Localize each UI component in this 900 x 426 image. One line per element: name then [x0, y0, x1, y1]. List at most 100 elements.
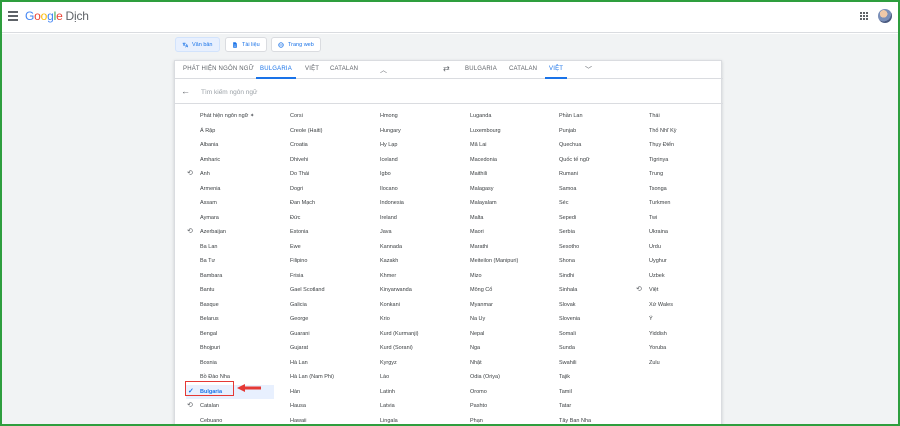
language-item[interactable]: Tamil [559, 385, 591, 400]
language-item[interactable]: Rumani [559, 167, 591, 182]
language-item[interactable]: Lào [380, 370, 419, 385]
language-item[interactable]: ⟲ Việt [636, 283, 677, 298]
language-item[interactable]: Malayalam [470, 196, 518, 211]
language-item[interactable]: Maori [470, 225, 518, 240]
language-item[interactable]: Ba Tư [200, 254, 274, 269]
language-item[interactable]: Yiddish [649, 327, 677, 342]
language-item[interactable]: Serbia [559, 225, 591, 240]
language-item[interactable]: Mizo [470, 269, 518, 284]
mode-website-button[interactable]: Trang web [271, 37, 321, 52]
language-item[interactable]: Latinh [380, 385, 419, 400]
language-item[interactable]: Kannada [380, 240, 419, 255]
language-item[interactable]: Malagasy [470, 182, 518, 197]
menu-icon[interactable] [8, 11, 18, 21]
chevron-up-icon[interactable]: ︿ [380, 65, 387, 75]
google-translate-logo[interactable]: Google Dịch [25, 9, 89, 23]
language-item[interactable]: ⟲ Anh [187, 167, 274, 182]
language-item[interactable]: Tajik [559, 370, 591, 385]
language-item[interactable]: Do Thái [290, 167, 334, 182]
language-item[interactable]: Ireland [380, 211, 419, 226]
language-item[interactable]: Séc [559, 196, 591, 211]
target-tab-bulgaria[interactable]: BULGARIA [465, 66, 497, 72]
language-item[interactable]: Sunda [559, 341, 591, 356]
language-item[interactable]: Creole (Haiti) [290, 124, 334, 139]
language-item[interactable]: Phạn [470, 414, 518, 426]
language-item[interactable]: Quechua [559, 138, 591, 153]
language-item[interactable]: Belarus [200, 312, 274, 327]
language-item[interactable]: Bồ Đào Nha [200, 370, 274, 385]
language-item[interactable]: Hàn [290, 385, 334, 400]
language-item[interactable]: Xứ Wales [649, 298, 677, 313]
language-item[interactable]: Java [380, 225, 419, 240]
language-item[interactable]: Nepal [470, 327, 518, 342]
language-item[interactable]: Yoruba [649, 341, 677, 356]
language-item[interactable]: Amharic [200, 153, 274, 168]
language-item[interactable]: Kazakh [380, 254, 419, 269]
language-item[interactable]: Hà Lan [290, 356, 334, 371]
language-item[interactable]: Krio [380, 312, 419, 327]
language-item[interactable]: Estonia [290, 225, 334, 240]
language-item[interactable]: Filipino [290, 254, 334, 269]
language-item[interactable]: Đan Mạch [290, 196, 334, 211]
language-item[interactable]: Hy Lạp [380, 138, 419, 153]
language-item[interactable]: Tây Ban Nha [559, 414, 591, 426]
mode-text-button[interactable]: Văn bản [175, 37, 220, 52]
language-item[interactable]: Quốc tế ngữ [559, 153, 591, 168]
language-item[interactable]: Thổ Nhĩ Kỳ [649, 124, 677, 139]
language-item[interactable]: Indonesia [380, 196, 419, 211]
language-item[interactable]: Bengal [200, 327, 274, 342]
language-item[interactable]: Odia (Oriya) [470, 370, 518, 385]
language-item[interactable]: Maithili [470, 167, 518, 182]
source-tab-bulgaria[interactable]: BULGARIA [256, 66, 296, 79]
language-item[interactable]: Latvia [380, 399, 419, 414]
apps-grid-icon[interactable] [860, 12, 868, 20]
language-item[interactable]: Malta [470, 211, 518, 226]
language-item[interactable]: Mông Cổ [470, 283, 518, 298]
language-item[interactable]: Armenia [200, 182, 274, 197]
language-item[interactable]: Shona [559, 254, 591, 269]
language-item[interactable]: ⟲ Catalan [187, 399, 274, 414]
language-item[interactable]: Nga [470, 341, 518, 356]
language-item[interactable]: Corsi [290, 109, 334, 124]
language-item[interactable]: Urdu [649, 240, 677, 255]
source-tab-vietnamese[interactable]: VIỆT [305, 66, 319, 72]
language-item[interactable]: Myanmar [470, 298, 518, 313]
language-item[interactable]: Slovenia [559, 312, 591, 327]
language-item[interactable]: Bosnia [200, 356, 274, 371]
language-item[interactable]: Igbo [380, 167, 419, 182]
language-item[interactable]: Oromo [470, 385, 518, 400]
language-item[interactable]: Mã Lai [470, 138, 518, 153]
language-item[interactable]: Ý [649, 312, 677, 327]
language-item[interactable]: Samoa [559, 182, 591, 197]
language-item[interactable]: ⟲ Azerbaijan [187, 225, 274, 240]
swap-languages-icon[interactable]: ⇄ [443, 64, 450, 73]
language-item[interactable]: Kinyarwanda [380, 283, 419, 298]
language-item[interactable]: Galicia [290, 298, 334, 313]
back-arrow-icon[interactable]: ← [181, 86, 190, 96]
language-item[interactable]: Tsonga [649, 182, 677, 197]
language-item[interactable]: Sindhi [559, 269, 591, 284]
language-item[interactable]: Thái [649, 109, 677, 124]
language-item[interactable]: Cebuano [200, 414, 274, 426]
language-item[interactable]: Phát hiện ngôn ngữ ✦ [200, 109, 274, 124]
source-tab-detect[interactable]: PHÁT HIỆN NGÔN NGỮ [183, 66, 254, 72]
source-tab-catalan[interactable]: CATALAN [330, 66, 358, 72]
avatar[interactable] [878, 9, 892, 23]
language-item[interactable]: ✓ Bulgaria [186, 384, 274, 399]
language-item[interactable]: Croatia [290, 138, 334, 153]
language-item[interactable]: Kurd (Kurmanji) [380, 327, 419, 342]
language-item[interactable]: Meiteilon (Manipuri) [470, 254, 518, 269]
language-item[interactable]: Bambara [200, 269, 274, 284]
language-item[interactable]: Nhật [470, 356, 518, 371]
language-item[interactable]: Kyrgyz [380, 356, 419, 371]
language-item[interactable]: Guarani [290, 327, 334, 342]
language-item[interactable]: Pashto [470, 399, 518, 414]
language-item[interactable]: Swahili [559, 356, 591, 371]
language-item[interactable]: Basque [200, 298, 274, 313]
language-item[interactable]: Aymara [200, 211, 274, 226]
language-item[interactable]: Marathi [470, 240, 518, 255]
language-item[interactable]: Macedonia [470, 153, 518, 168]
language-item[interactable]: Bantu [200, 283, 274, 298]
language-item[interactable]: Sinhala [559, 283, 591, 298]
language-item[interactable]: Lingala [380, 414, 419, 426]
